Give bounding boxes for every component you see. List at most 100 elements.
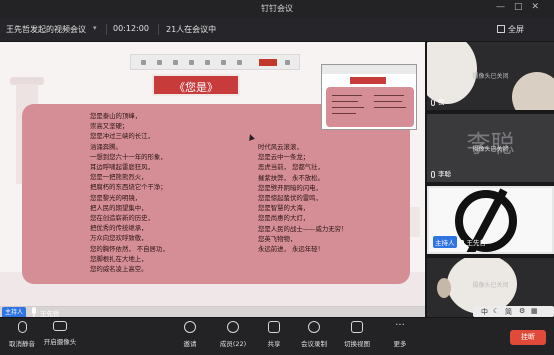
sidebar-controls[interactable]: 中 ☾ 简 ⚙ ▦ — [473, 306, 554, 317]
toolbar-icon[interactable] — [237, 60, 242, 65]
minimize-icon[interactable]: — — [496, 2, 514, 12]
participant-name-label: 王先哲 — [466, 239, 487, 247]
toolbar-active-tab[interactable] — [259, 59, 277, 66]
invite-button[interactable]: 邀请 — [168, 321, 212, 348]
poem-line-right: 摧紫扶弊， 永不放松。 — [258, 173, 324, 182]
more-button[interactable]: ··· 更多 — [378, 321, 422, 349]
poem-line-right: 永远前进， 永远年轻！ — [258, 245, 324, 253]
thumbnail-line — [332, 107, 364, 108]
view-icon — [351, 321, 363, 333]
avatar-text: 李聪 — [466, 130, 515, 158]
thumbnail-line — [332, 95, 362, 96]
meeting-toolbar: 取消静音 开启摄像头 邀请 成员(22) 共享 会议录制 切换视图 ··· 更多 — [0, 317, 554, 355]
invite-label: 邀请 — [183, 340, 197, 348]
poem-line-left: 您是冲过三峡的长江， — [90, 132, 154, 141]
toolbar-icon[interactable] — [189, 60, 194, 65]
divider — [158, 24, 159, 35]
invite-icon — [184, 321, 196, 333]
thumbnail-toolbar — [322, 65, 416, 74]
window-title: 钉钉会议 — [261, 4, 293, 13]
record-button[interactable]: 会议录制 — [292, 321, 336, 348]
poem-line-left: 您的威名凌上高空。 — [90, 265, 148, 273]
poem-line-left: 耳边呼啸起雷庭狂风， — [90, 163, 154, 171]
language-simplified-toggle[interactable]: 简 — [505, 307, 512, 317]
mic-off-icon — [17, 321, 27, 333]
speaker-name: 王先哲 — [40, 310, 60, 317]
poem-line-left: 崇高又坚硬； — [90, 122, 129, 131]
gear-icon[interactable]: ⚙ — [519, 307, 525, 315]
toolbar-icon[interactable] — [221, 60, 226, 65]
members-button[interactable]: 成员(22) — [211, 321, 255, 348]
participant-tile[interactable]: 摄像头已关闭 我 — [427, 42, 554, 110]
host-badge: 主持人 — [433, 236, 457, 248]
poem-line-right: 您是云中一条龙； — [258, 153, 310, 162]
poem-line-left: 您在创造崭新的历史， — [90, 214, 154, 222]
moon-icon[interactable]: ☾ — [493, 307, 499, 315]
poem-line-left: 把人民的期望集中， — [90, 203, 148, 212]
participant-count: 21人在会议中 — [166, 25, 217, 34]
host-badge: 主持人 — [2, 307, 27, 317]
record-label: 会议录制 — [301, 340, 327, 348]
end-call-button[interactable]: 挂断 — [510, 330, 546, 345]
participant-sidebar: 摄像头已关闭 我 李聪 摄像头已关闭 李聪 主持人 王先哲 摄像头已关闭 — [425, 42, 554, 317]
window-controls[interactable]: —□✕ — [496, 2, 548, 12]
grid-icon[interactable]: ▦ — [531, 307, 538, 315]
mic-icon — [32, 307, 36, 317]
fullscreen-icon[interactable] — [497, 25, 505, 33]
poem-line-left: 把腐朽的东西烧它个干净； — [90, 183, 167, 192]
toolbar-icon[interactable] — [157, 60, 162, 65]
toolbar-icon[interactable] — [205, 60, 210, 65]
poem-line-left: 您脚根扎在大地上， — [90, 254, 148, 263]
poem-line-left: 您的胸怀依然， 不自居功， — [90, 244, 169, 253]
poem-line-left: 一想到您六十一年的形象， — [90, 152, 167, 161]
presentation-toolbar[interactable] — [130, 54, 300, 70]
toolbar-icon[interactable] — [173, 60, 178, 65]
camera-off-icon — [53, 321, 67, 331]
language-zh-toggle[interactable]: 中 — [481, 307, 488, 317]
participant-tile[interactable]: 李聪 摄像头已关闭 李聪 — [427, 114, 554, 182]
mic-icon — [459, 239, 464, 247]
share-label: 共享 — [267, 340, 281, 348]
title-bar: 钉钉会议 —□✕ — [0, 0, 554, 18]
thumbnail-line — [374, 95, 404, 96]
participant-tile[interactable]: 主持人 王先哲 — [427, 186, 554, 254]
toolbar-icon[interactable] — [285, 60, 290, 65]
poem-line-right: 您是惊起蛰伏的雷鸣， — [258, 194, 322, 202]
speaker-strip — [0, 306, 425, 317]
poem-line-right: 您是人民的战士——威力无穷！ — [258, 224, 348, 233]
elapsed-time: 00:12:00 — [113, 24, 149, 33]
thumbnail-line — [374, 107, 406, 108]
camera-off-label: 摄像头已关闭 — [472, 73, 509, 80]
thumbnail-line — [332, 113, 356, 114]
poem-line-right: 您是智慧的大海， — [258, 204, 310, 213]
thumbnail-line — [374, 101, 402, 102]
meeting-name[interactable]: 王先哲发起的视频会议 — [6, 24, 86, 35]
fullscreen-button[interactable]: 全屏 — [508, 24, 524, 35]
poem-line-left: 把优秀的传统继承， — [90, 224, 148, 233]
participant-name: 我 — [431, 96, 445, 106]
divider — [106, 24, 107, 35]
poem-line-right: 您英飞物物， — [258, 234, 297, 243]
toolbar-icon[interactable] — [141, 60, 146, 65]
record-icon — [308, 321, 320, 333]
shared-screen: 《您是》 您是泰山的顶峰， 崇高又坚硬； 您是冲过三峡的长江， 汹涌奔腾。 一想到您六十… — [0, 42, 425, 317]
slide-thumbnail[interactable] — [321, 64, 417, 130]
poem-line-left: 您是黎光的明镜， — [90, 193, 142, 202]
participant-name-label: 李聪 — [438, 170, 451, 178]
slide-title: 《您是》 — [174, 81, 218, 94]
chevron-down-icon[interactable]: ▾ — [93, 24, 97, 32]
more-label: 更多 — [393, 340, 407, 348]
share-button[interactable]: 共享 — [252, 321, 296, 348]
start-camera-button[interactable]: 开启摄像头 — [38, 321, 82, 346]
poem-line-left: 您是一把熊熊烈火， — [90, 173, 148, 182]
members-label: 成员(22) — [219, 340, 247, 348]
poem-line-left: 汹涌奔腾。 — [90, 142, 122, 151]
meeting-window: 钉钉会议 —□✕ 王先哲发起的视频会议 ▾ 00:12:00 21人在会议中 全… — [0, 0, 554, 355]
camera-off-label: 摄像头已关闭 — [472, 146, 509, 153]
maximize-icon[interactable]: □ — [514, 2, 532, 12]
thumbnail-line — [332, 101, 358, 102]
close-icon[interactable]: ✕ — [531, 2, 548, 12]
poem-line-right: 时代风云滚滚， — [258, 143, 303, 151]
participant-name: 主持人 王先哲 — [433, 236, 486, 248]
switch-view-button[interactable]: 切换视图 — [335, 321, 379, 348]
